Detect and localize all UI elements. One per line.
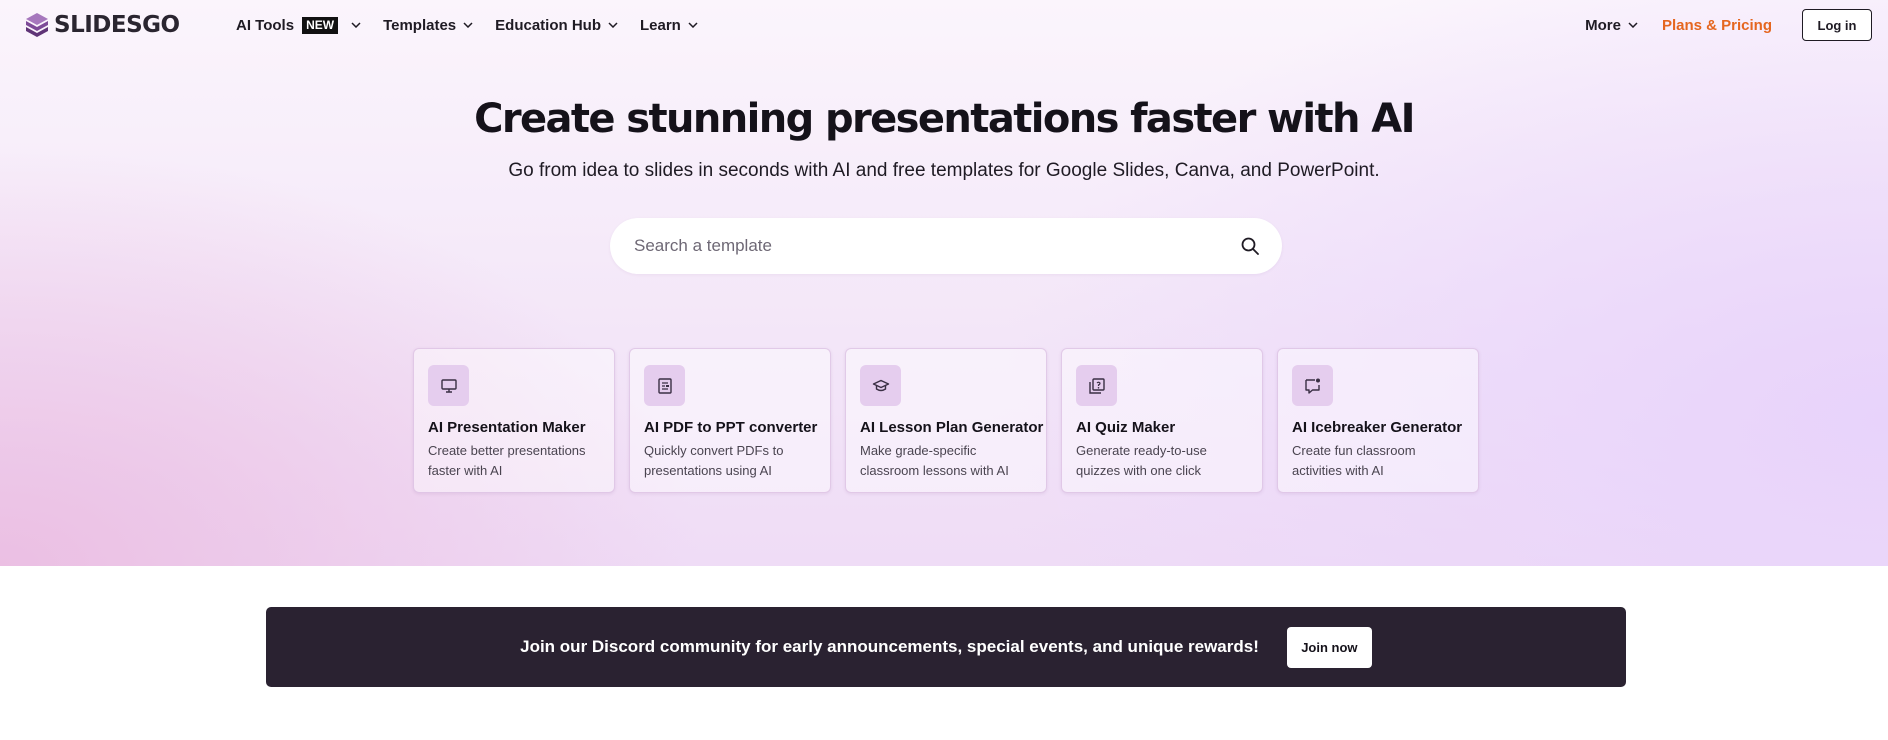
chevron-down-icon: [351, 22, 361, 28]
nav-ai-tools[interactable]: AI Tools NEW: [236, 14, 361, 36]
main-nav: AI Tools NEW Templates Education Hub Lea…: [236, 14, 720, 36]
chevron-down-icon: [608, 22, 618, 28]
card-ai-presentation-maker[interactable]: AI Presentation Maker Create better pres…: [413, 348, 615, 493]
nav-more-label: More: [1585, 16, 1621, 34]
hero-title: Create stunning presentations faster wit…: [474, 96, 1415, 142]
login-button[interactable]: Log in: [1802, 9, 1872, 41]
logo-text: SLIDESGO: [54, 12, 180, 38]
card-title: AI Presentation Maker: [428, 419, 586, 436]
chevron-down-icon: [1628, 22, 1638, 28]
quiz-icon: [1088, 377, 1105, 394]
card-title: AI PDF to PPT converter: [644, 419, 818, 436]
pdf-convert-icon: [657, 377, 672, 394]
ai-tools-cards: AI Presentation Maker Create better pres…: [413, 348, 1479, 493]
slidesgo-logo-icon: [26, 13, 48, 37]
template-search: [610, 218, 1282, 274]
card-icon-box: [1292, 365, 1333, 406]
nav-education-hub[interactable]: Education Hub: [495, 14, 618, 36]
top-navigation: SLIDESGO AI Tools NEW Templates Educatio…: [0, 0, 1888, 50]
plans-pricing-link[interactable]: Plans & Pricing: [1662, 17, 1772, 34]
join-now-button[interactable]: Join now: [1286, 626, 1372, 668]
graduation-cap-icon: [872, 379, 889, 391]
search-input[interactable]: [634, 218, 1214, 274]
nav-learn-label: Learn: [639, 16, 681, 34]
card-icon-box: [428, 365, 469, 406]
hero-subtitle: Go from idea to slides in seconds with A…: [508, 160, 1380, 181]
new-badge: NEW: [302, 16, 339, 34]
card-title: AI Icebreaker Generator: [1292, 419, 1463, 436]
card-title: AI Quiz Maker: [1076, 419, 1176, 436]
nav-learn[interactable]: Learn: [640, 14, 698, 36]
chat-spark-icon: [1304, 378, 1320, 394]
nav-more[interactable]: More: [1585, 17, 1638, 34]
card-description: Make grade-specific classroom lessons wi…: [860, 443, 1009, 478]
nav-templates[interactable]: Templates: [383, 14, 473, 36]
card-icon-box: [860, 365, 901, 406]
card-title: AI Lesson Plan Generator: [860, 419, 1044, 436]
nav-education-hub-label: Education Hub: [495, 16, 601, 34]
card-description: Create fun classroom activities with AI: [1292, 443, 1416, 478]
account-nav: More Plans & Pricing Log in: [1585, 9, 1872, 41]
monitor-icon: [440, 378, 457, 393]
discord-banner: Join our Discord community for early ann…: [266, 607, 1626, 687]
card-icon-box: [644, 365, 685, 406]
hero-section: SLIDESGO AI Tools NEW Templates Educatio…: [0, 0, 1888, 566]
slidesgo-logo[interactable]: SLIDESGO: [24, 12, 180, 38]
nav-templates-label: Templates: [383, 16, 457, 34]
chevron-down-icon: [688, 22, 698, 28]
nav-ai-tools-label: AI Tools: [236, 16, 295, 34]
card-description: Generate ready-to-use quizzes with one c…: [1076, 443, 1207, 478]
card-description: Create better presentations faster with …: [428, 443, 586, 478]
chevron-down-icon: [463, 22, 473, 28]
card-ai-icebreaker-generator[interactable]: AI Icebreaker Generator Create fun class…: [1277, 348, 1479, 493]
search-icon[interactable]: [1240, 236, 1260, 256]
card-icon-box: [1076, 365, 1117, 406]
discord-banner-text: Join our Discord community for early ann…: [520, 637, 1259, 656]
card-ai-pdf-to-ppt[interactable]: AI PDF to PPT converter Quickly convert …: [629, 348, 831, 493]
card-ai-lesson-plan-generator[interactable]: AI Lesson Plan Generator Make grade-spec…: [845, 348, 1047, 493]
card-ai-quiz-maker[interactable]: AI Quiz Maker Generate ready-to-use quiz…: [1061, 348, 1263, 493]
card-description: Quickly convert PDFs to presentations us…: [644, 443, 784, 478]
